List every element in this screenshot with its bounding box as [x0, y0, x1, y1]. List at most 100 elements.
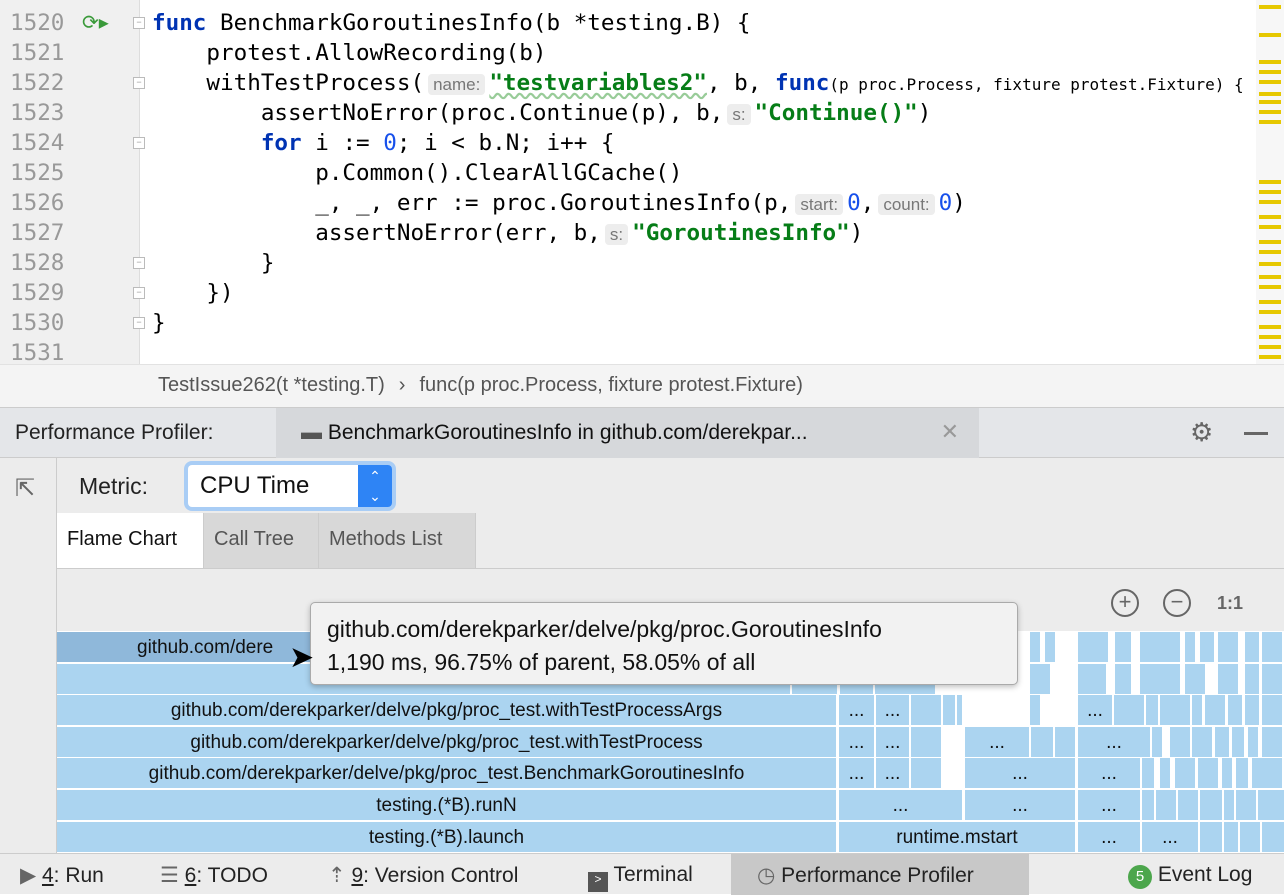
flame-frame[interactable] [1140, 632, 1180, 662]
flame-frame[interactable] [1224, 821, 1238, 852]
flame-frame[interactable] [1222, 758, 1232, 789]
flame-frame[interactable] [1175, 758, 1195, 789]
stripe-marker[interactable] [1259, 110, 1281, 114]
flame-frame[interactable] [1030, 632, 1040, 662]
flame-frame[interactable] [1114, 695, 1144, 726]
zoom-out-icon[interactable]: − [1163, 589, 1191, 617]
flame-frame[interactable]: ... [1142, 821, 1198, 852]
flame-frame[interactable] [1224, 790, 1234, 820]
stripe-marker[interactable] [1259, 190, 1281, 194]
flame-frame[interactable]: ... [965, 790, 1075, 820]
flame-frame[interactable] [1258, 790, 1284, 820]
flame-frame[interactable]: testing.(*B).launch [57, 821, 836, 852]
flame-frame[interactable] [911, 726, 941, 757]
stripe-marker[interactable] [1259, 60, 1281, 64]
run-test-icon[interactable]: ⟳▸ [82, 10, 109, 35]
flame-frame[interactable] [1115, 632, 1131, 662]
flame-frame[interactable] [1185, 663, 1205, 694]
flame-frame[interactable] [1200, 790, 1222, 820]
flame-frame[interactable] [1078, 663, 1106, 694]
version-control-tool-button[interactable]: ⇡ 9: Version Control [328, 854, 518, 895]
flame-frame[interactable] [1045, 632, 1055, 662]
flame-frame[interactable] [1218, 663, 1238, 694]
flame-frame[interactable] [1078, 632, 1108, 662]
flame-frame[interactable]: ... [839, 790, 962, 820]
flame-frame[interactable] [1232, 726, 1244, 757]
flame-frame[interactable] [1262, 632, 1282, 662]
flame-frame[interactable] [1262, 695, 1282, 726]
flame-frame[interactable]: ... [876, 758, 909, 789]
flame-frame[interactable] [1156, 790, 1176, 820]
flame-frame[interactable] [1198, 758, 1218, 789]
flame-frame[interactable] [1248, 726, 1258, 757]
flame-frame[interactable] [1205, 695, 1225, 726]
zoom-in-icon[interactable]: + [1111, 589, 1139, 617]
flame-frame[interactable] [1055, 726, 1075, 757]
stripe-marker[interactable] [1259, 300, 1281, 304]
flame-frame[interactable] [1142, 758, 1154, 789]
flame-frame[interactable] [1245, 695, 1259, 726]
flame-frame[interactable] [1245, 632, 1259, 662]
flame-frame[interactable] [1185, 632, 1195, 662]
stripe-marker[interactable] [1259, 325, 1281, 329]
run-tool-button[interactable]: ▶ 4: Run [20, 854, 104, 895]
stripe-marker[interactable] [1259, 275, 1281, 279]
flame-frame[interactable]: ... [839, 695, 874, 726]
event-log-tool-button[interactable]: 5 Event Log [1128, 854, 1252, 895]
stripe-marker[interactable] [1259, 120, 1281, 124]
flame-frame[interactable] [957, 695, 962, 726]
flame-frame[interactable] [911, 758, 941, 789]
terminal-tool-button[interactable]: > Terminal [588, 854, 693, 895]
fold-icon[interactable]: − [133, 17, 145, 29]
flame-frame[interactable] [911, 695, 941, 726]
tab-flame-chart[interactable]: Flame Chart [57, 513, 204, 568]
close-icon[interactable]: ✕ [941, 419, 959, 445]
flame-frame[interactable] [1178, 790, 1198, 820]
fold-icon[interactable]: − [133, 257, 145, 269]
breadcrumb-item[interactable]: TestIssue262(t *testing.T) [158, 374, 385, 396]
flame-frame[interactable]: ... [965, 726, 1029, 757]
flame-frame[interactable]: ... [839, 726, 874, 757]
flame-frame[interactable]: ... [876, 695, 909, 726]
flame-frame[interactable] [1160, 695, 1190, 726]
stripe-marker[interactable] [1259, 355, 1281, 359]
flame-frame[interactable]: github.com/derekparker/delve/pkg/proc_te… [57, 695, 836, 726]
fold-icon[interactable]: − [133, 137, 145, 149]
stripe-marker[interactable] [1259, 5, 1281, 9]
flame-frame[interactable]: ... [876, 726, 909, 757]
flame-frame[interactable]: github.com/derekparker/delve/pkg/proc_te… [57, 726, 836, 757]
stripe-marker[interactable] [1259, 335, 1281, 339]
gear-icon[interactable]: ⚙ [1190, 417, 1213, 448]
stripe-marker[interactable] [1259, 215, 1281, 219]
flame-frame[interactable] [1192, 726, 1212, 757]
flame-frame[interactable] [1228, 695, 1242, 726]
flame-frame[interactable] [1115, 663, 1131, 694]
metric-select[interactable]: CPU Time ⌃ ⌄ [184, 461, 396, 511]
flame-frame[interactable] [943, 695, 955, 726]
breadcrumb-item[interactable]: func(p proc.Process, fixture protest.Fix… [419, 374, 802, 396]
flame-frame[interactable] [1200, 632, 1214, 662]
flame-frame[interactable] [1215, 726, 1229, 757]
flame-frame[interactable] [1200, 821, 1222, 852]
stripe-marker[interactable] [1259, 285, 1281, 289]
stripe-marker[interactable] [1259, 345, 1281, 349]
stripe-marker[interactable] [1259, 262, 1281, 266]
stripe-marker[interactable] [1259, 33, 1281, 37]
flame-frame[interactable] [1152, 726, 1162, 757]
stripe-marker[interactable] [1259, 310, 1281, 314]
flame-frame[interactable] [1031, 726, 1053, 757]
tab-methods-list[interactable]: Methods List [319, 513, 476, 568]
zoom-reset-button[interactable]: 1:1 [1217, 593, 1243, 614]
flame-frame[interactable] [1236, 758, 1248, 789]
flame-frame[interactable]: ... [1078, 695, 1112, 726]
flame-frame[interactable]: ... [965, 758, 1075, 789]
flame-frame[interactable] [1030, 695, 1040, 726]
stripe-marker[interactable] [1259, 92, 1281, 96]
flame-frame[interactable] [1240, 821, 1260, 852]
flame-frame[interactable] [1142, 790, 1154, 820]
stripe-marker[interactable] [1259, 70, 1281, 74]
flame-frame[interactable] [1030, 663, 1050, 694]
minimize-icon[interactable] [1244, 432, 1268, 435]
flame-frame[interactable]: ... [1078, 726, 1150, 757]
flame-frame[interactable]: ... [1078, 821, 1140, 852]
